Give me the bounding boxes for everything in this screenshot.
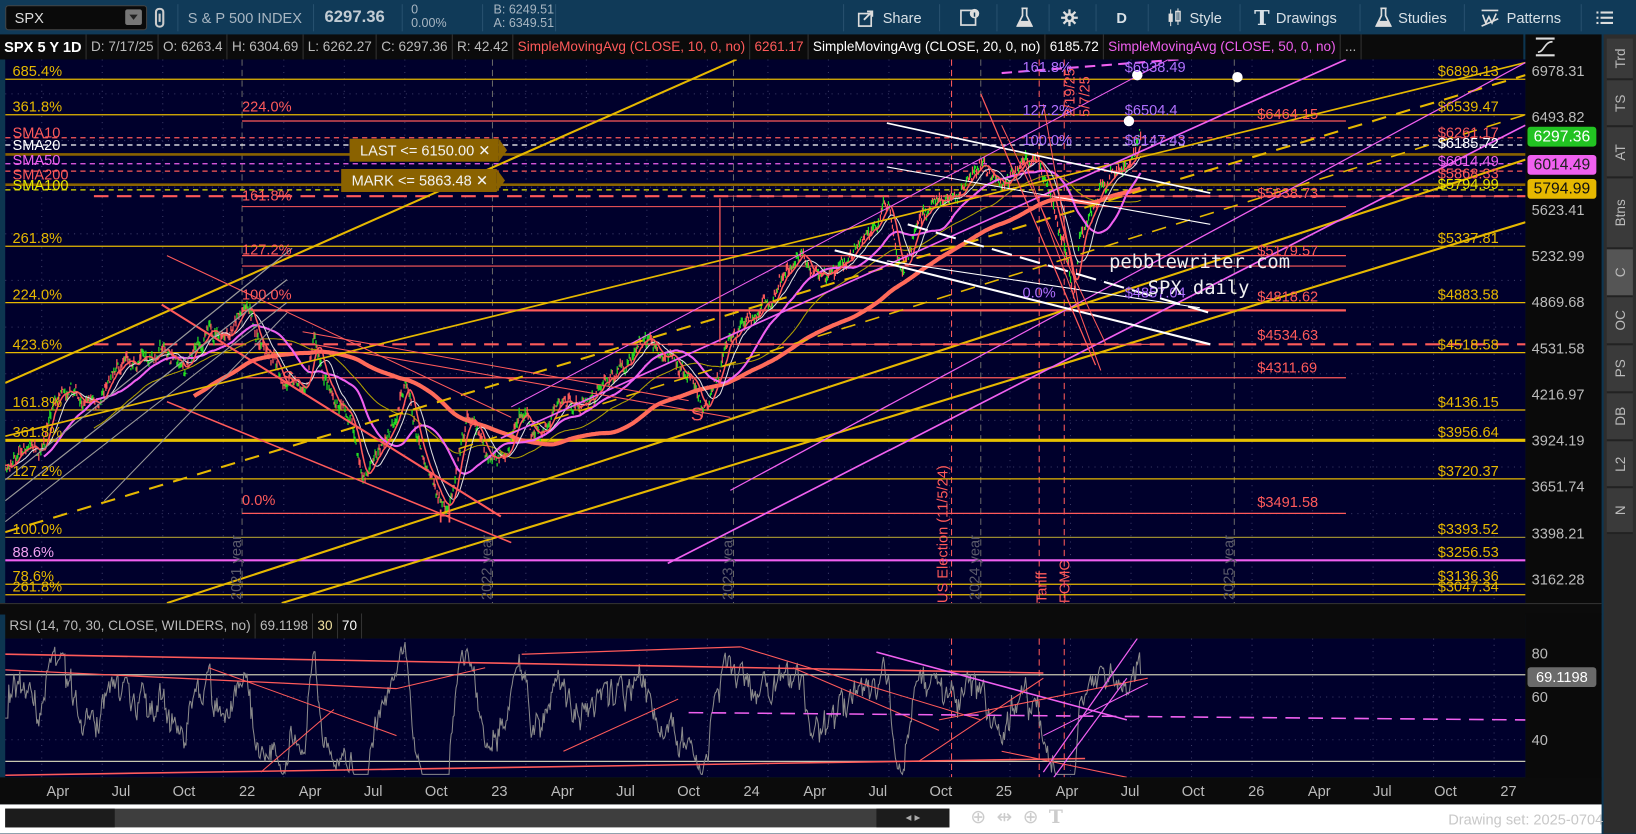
rsi-line [5, 642, 1142, 776]
trendline [458, 114, 1526, 450]
trendline [1042, 104, 1081, 314]
trendline [5, 59, 738, 384]
trendline [500, 59, 1347, 439]
pivot-marker [1232, 71, 1243, 83]
sma20-line [13, 155, 1142, 500]
trendline [1001, 59, 1180, 75]
price-layer [5, 59, 1526, 604]
trendline [834, 249, 1211, 346]
rsi-layer [5, 638, 1526, 778]
close-icon[interactable]: ✕ [476, 172, 488, 189]
chart-overlay [5, 59, 1526, 778]
rsi-trendline [876, 651, 1128, 721]
alert-order-1[interactable]: MARK <= 5863.48 ✕ [341, 169, 505, 192]
rsi-trendline [792, 667, 940, 731]
trendline [886, 260, 1200, 309]
trendline [5, 279, 288, 502]
trendline [5, 302, 288, 523]
trendline [1022, 156, 1102, 371]
trendline [166, 158, 1526, 604]
trendline [302, 331, 689, 402]
rsi-trendline [208, 667, 397, 737]
trendline [730, 62, 1526, 491]
trendline [103, 312, 288, 502]
rsi-trendline [1042, 638, 1138, 773]
trendline [5, 61, 1526, 437]
close-icon[interactable]: ✕ [478, 142, 490, 159]
pivot-marker [1132, 69, 1143, 81]
rsi-trendline [5, 669, 397, 690]
rsi-trendline [1043, 682, 1148, 737]
alert-order-0[interactable]: LAST <= 6150.00 ✕ [349, 138, 508, 162]
rsi-trendline [521, 646, 741, 655]
rsi-trendline [688, 711, 1526, 721]
trendline [281, 221, 1526, 604]
trendline [907, 223, 1211, 315]
rsi-trendline [5, 653, 1044, 674]
trendline [5, 74, 1526, 534]
rsi-trendline [396, 667, 486, 690]
pivot-marker [1123, 115, 1135, 127]
